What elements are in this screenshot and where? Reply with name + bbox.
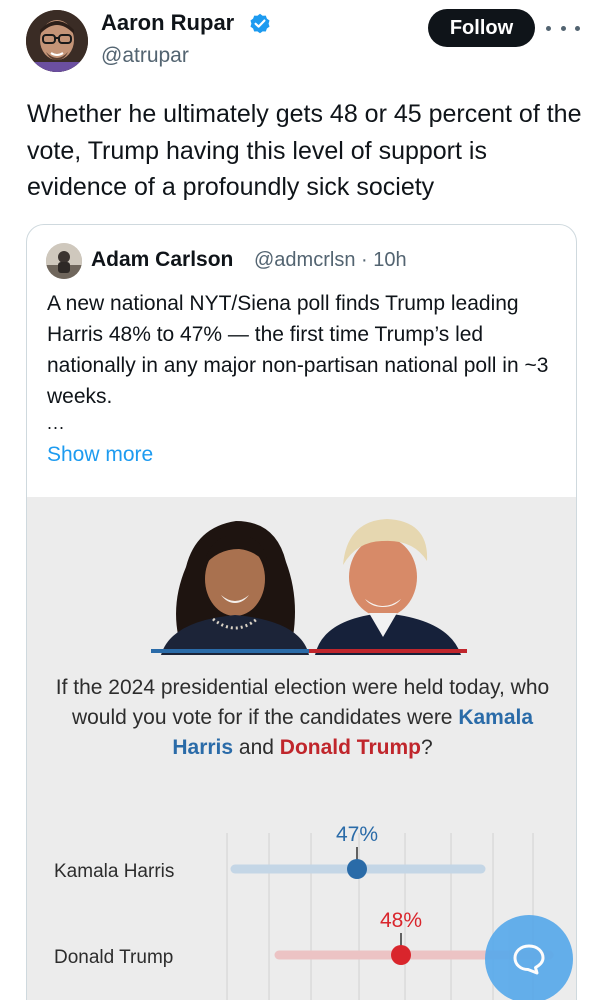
- more-horizontal-icon[interactable]: [546, 16, 580, 40]
- author-name[interactable]: Aaron Rupar: [101, 10, 234, 36]
- quoted-author-handle-time: @admcrlsn · 10h: [254, 249, 407, 271]
- compose-button[interactable]: [485, 915, 573, 1000]
- verified-badge-icon: [249, 13, 271, 35]
- quoted-tweet-card[interactable]: Adam Carlson @admcrlsn · 10h A new natio…: [26, 224, 577, 1000]
- value-dot-harris: [347, 859, 367, 879]
- tweet-header: Aaron Rupar @atrupar Follow: [0, 0, 603, 90]
- quoted-author-name[interactable]: Adam Carlson: [91, 248, 233, 272]
- speech-bubble-icon: [513, 944, 545, 975]
- value-dot-trump: [391, 945, 411, 965]
- row-label-harris: Kamala Harris: [54, 861, 175, 882]
- tweet-text: Whether he ultimately gets 48 or 45 perc…: [27, 100, 582, 201]
- harris-photo: [161, 521, 309, 655]
- row-label-trump: Donald Trump: [54, 947, 174, 968]
- quoted-tweet-ellipsis: ...: [47, 413, 66, 433]
- author-handle[interactable]: @atrupar: [101, 44, 189, 68]
- question-trump-name: Donald Trump: [279, 736, 421, 759]
- follow-button[interactable]: Follow: [428, 9, 535, 47]
- author-avatar[interactable]: [26, 10, 88, 72]
- value-label-harris: 47%: [336, 823, 378, 846]
- value-label-trump: 48%: [380, 909, 422, 932]
- candidate-photos: [151, 507, 467, 655]
- show-more-link[interactable]: Show more: [47, 443, 153, 467]
- poll-graphic[interactable]: If the 2024 presidential election were h…: [27, 497, 576, 1000]
- quoted-author-avatar[interactable]: [46, 243, 82, 279]
- trump-photo: [315, 519, 461, 655]
- poll-question: If the 2024 presidential election were h…: [55, 676, 550, 759]
- quoted-tweet-text: A new national NYT/Siena poll finds Trum…: [47, 292, 549, 408]
